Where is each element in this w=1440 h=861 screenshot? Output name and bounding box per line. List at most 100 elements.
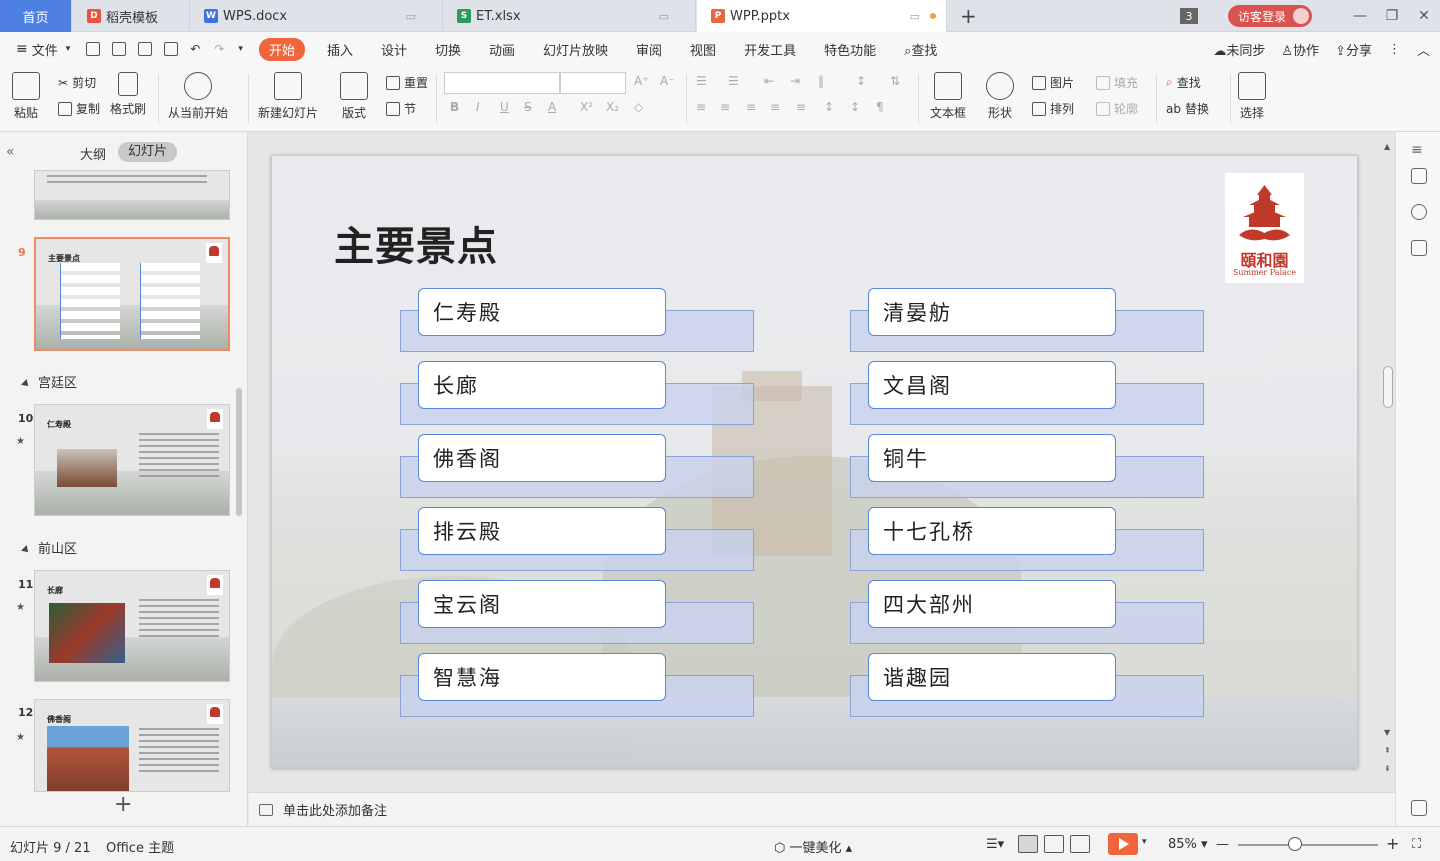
menu-insert[interactable]: 插入 [327,40,353,59]
layout-button[interactable]: 版式 [340,72,368,121]
select-button[interactable]: 选择 [1238,72,1266,121]
slide-title[interactable]: 主要景点 [334,214,498,272]
notes-placeholder[interactable]: 单击此处添加备注 [283,800,387,819]
clear-format-icon[interactable]: ◇ [634,100,643,114]
share-button[interactable]: ⇪分享 [1335,40,1372,59]
subscript-icon[interactable]: X₂ [606,100,619,114]
replace-button[interactable]: ab 替换 [1166,100,1209,117]
notes-toggle-icon[interactable]: ☰▾ [986,837,1004,852]
attraction-item[interactable]: 排云殿 [400,507,754,571]
zoom-out-icon[interactable]: — [1216,837,1229,852]
slide-thumbnail-9[interactable]: 主要景点 [34,237,230,351]
tab-outline[interactable]: 大纲 [80,144,106,163]
attraction-label[interactable]: 文昌阁 [868,361,1116,409]
section-front-hill[interactable]: 前山区 [22,538,77,557]
paste-button[interactable]: 粘贴 [12,72,40,121]
picture-button[interactable]: 图片 [1032,74,1074,91]
sync-button[interactable]: ☁未同步 [1213,40,1265,59]
paragraph-icon[interactable]: ¶ [876,100,884,114]
menu-slideshow[interactable]: 幻灯片放映 [543,40,608,59]
menu-transition[interactable]: 切换 [435,40,461,59]
distribute-icon[interactable]: ≡ [796,100,806,114]
shrink-font-icon[interactable]: A⁻ [660,74,675,88]
chevron-down-icon[interactable]: ▾ [66,44,71,54]
font-name-dropdown[interactable] [444,72,560,94]
menu-view[interactable]: 视图 [690,40,716,59]
line-spacing-icon[interactable]: ↕ [856,74,866,88]
find-button[interactable]: ⌕ 查找 [1166,74,1201,91]
decrease-indent-icon[interactable]: ⇤ [764,74,774,88]
slide-thumbnail-11[interactable]: 长廊 [34,570,230,682]
slide-thumbnail-10[interactable]: 仁寿殿 [34,404,230,516]
tab-home[interactable]: 首页 [0,0,72,32]
minimize-icon[interactable]: — [1344,8,1376,24]
spacing-after-icon[interactable]: ↕ [850,100,860,114]
menu-search[interactable]: ⌕查找 [904,40,937,59]
strikethrough-icon[interactable]: S [524,100,532,114]
attraction-item[interactable]: 十七孔桥 [850,507,1204,571]
bullet-list-icon[interactable]: ☰ [696,74,707,88]
attraction-label[interactable]: 铜牛 [868,434,1116,482]
export-icon[interactable] [112,42,127,56]
beautify-button[interactable]: ⬡ 一键美化 ▴ [774,837,852,856]
attraction-item[interactable]: 智慧海 [400,653,754,717]
reset-button[interactable]: 重置 [386,74,428,91]
attraction-item[interactable]: 长廊 [400,361,754,425]
fit-window-icon[interactable]: ⛶ [1412,837,1421,852]
zoom-slider-handle[interactable] [1288,837,1302,851]
collab-button[interactable]: ♙协作 [1281,40,1319,59]
from-current-button[interactable]: 从当前开始 [168,72,228,121]
arrange-button[interactable]: 排列 [1032,100,1074,117]
attraction-item[interactable]: 谐趣园 [850,653,1204,717]
align-left-icon[interactable]: ≡ [696,100,706,114]
zoom-level[interactable]: 85% ▾ [1168,837,1208,852]
attraction-label[interactable]: 佛香阁 [418,434,666,482]
menu-animation[interactable]: 动画 [489,40,515,59]
restore-icon[interactable]: ❐ [1376,8,1408,24]
close-icon[interactable]: ✕ [1408,8,1440,24]
play-slideshow-button[interactable] [1108,833,1138,855]
font-color-icon[interactable]: A [548,100,556,114]
menu-developer[interactable]: 开发工具 [744,40,796,59]
previous-slide-icon[interactable]: ⇞ [1384,746,1391,755]
menu-start[interactable]: 开始 [258,37,305,61]
attraction-item[interactable]: 四大部州 [850,580,1204,644]
scroll-down-icon[interactable]: ▼ [1384,728,1390,737]
attraction-item[interactable]: 清晏舫 [850,288,1204,352]
attraction-item[interactable]: 文昌阁 [850,361,1204,425]
scrollbar-thumb[interactable] [1383,366,1393,408]
menu-design[interactable]: 设计 [381,40,407,59]
normal-view-icon[interactable] [1018,835,1038,853]
editor-scrollbar[interactable]: ▲ ▼ ⇞ ⇟ [1381,132,1395,826]
textbox-button[interactable]: 文本框 [930,72,966,121]
panel-scrollbar[interactable] [236,388,242,516]
star-icon[interactable] [1411,204,1427,220]
monitor-icon[interactable]: ▭ [910,10,920,23]
quick-access-more-icon[interactable]: ▾ [238,44,243,54]
undo-icon[interactable]: ↶ [190,42,200,56]
tab-et-xlsx[interactable]: S ET.xlsx ▭ [443,0,696,32]
align-center-icon[interactable]: ≡ [720,100,730,114]
attraction-label[interactable]: 仁寿殿 [418,288,666,336]
monitor-icon[interactable]: ▭ [659,10,669,23]
print-icon[interactable] [138,42,153,56]
tab-wpp-pptx[interactable]: P WPP.pptx ▭ [697,0,947,32]
section-palace[interactable]: 宫廷区 [22,372,77,391]
collapse-panel-icon[interactable]: « [6,144,15,160]
new-slide-button[interactable]: 新建幻灯片 [258,72,318,121]
transition-icon[interactable] [1411,240,1427,256]
align-right-icon[interactable]: ≡ [746,100,756,114]
attraction-label[interactable]: 清晏舫 [868,288,1116,336]
properties-icon[interactable] [1411,168,1427,184]
section-button[interactable]: 节 [386,100,416,117]
numbered-list-icon[interactable]: ☰ [728,74,739,88]
window-count-badge[interactable]: 3 [1179,8,1198,24]
attraction-label[interactable]: 宝云阁 [418,580,666,628]
attraction-label[interactable]: 长廊 [418,361,666,409]
scroll-up-icon[interactable]: ▲ [1384,142,1390,151]
fill-button[interactable]: 填充 [1096,74,1138,91]
justify-icon[interactable]: ≡ [770,100,780,114]
collapse-ribbon-icon[interactable]: ︿ [1417,40,1430,59]
outline-button[interactable]: 轮廓 [1096,100,1138,117]
slide-thumbnail-12[interactable]: 佛香阁 [34,699,230,792]
